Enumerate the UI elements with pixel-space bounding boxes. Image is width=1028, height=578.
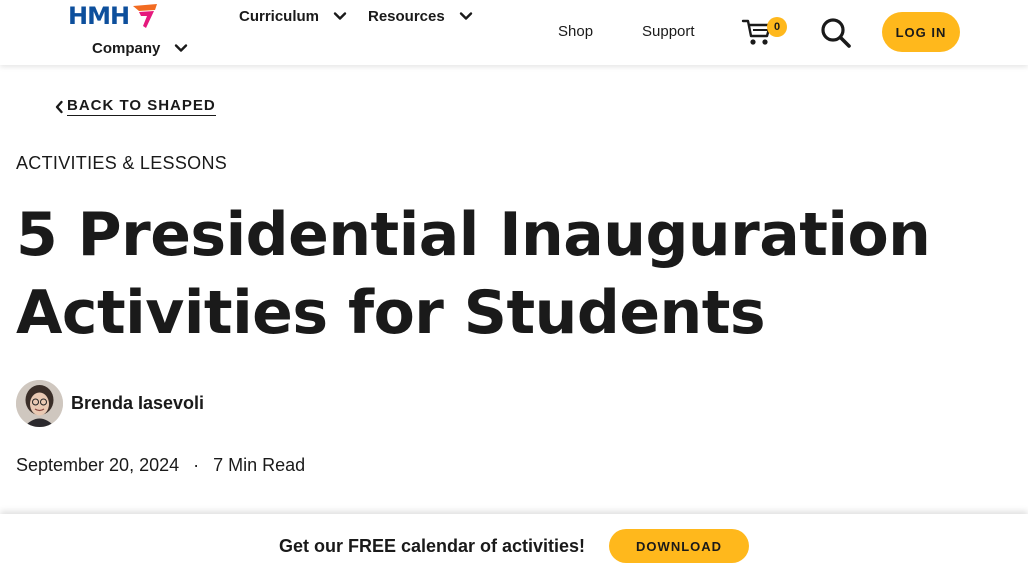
download-button[interactable]: DOWNLOAD xyxy=(609,529,750,563)
chevron-left-icon xyxy=(55,100,63,113)
article-category: ACTIVITIES & LESSONS xyxy=(16,153,228,173)
site-header: HMH Curriculum Resources Company Shop Su… xyxy=(0,0,1028,65)
logo-text: HMH xyxy=(68,2,130,30)
nav-curriculum[interactable]: Curriculum xyxy=(239,6,347,26)
cart-button[interactable]: 0 xyxy=(741,15,789,49)
back-to-shaped-link[interactable]: BACK TO SHAPED xyxy=(54,97,216,116)
read-time: 7 Min Read xyxy=(213,455,306,475)
nav-company-label: Company xyxy=(92,39,161,57)
promo-banner: Get our FREE calendar of activities! DOW… xyxy=(0,514,1028,578)
article-meta: September 20, 2024 · 7 Min Read xyxy=(16,455,305,476)
author-photo-icon xyxy=(16,380,63,427)
hmh-logo-mark-icon xyxy=(133,4,158,28)
hmh-logo[interactable]: HMH xyxy=(68,2,159,30)
chevron-down-icon xyxy=(175,44,188,52)
article-title: 5 Presidential Inauguration Activities f… xyxy=(16,200,931,348)
meta-separator: · xyxy=(193,455,200,475)
search-icon xyxy=(821,18,851,48)
publish-date: September 20, 2024 xyxy=(16,455,180,475)
search-button[interactable] xyxy=(820,17,852,49)
nav-resources-label: Resources xyxy=(368,7,445,25)
login-button[interactable]: LOG IN xyxy=(882,12,960,52)
nav-curriculum-label: Curriculum xyxy=(239,7,320,25)
promo-text: Get our FREE calendar of activities! xyxy=(278,535,586,556)
nav-shop-link[interactable]: Shop xyxy=(558,22,593,42)
nav-company[interactable]: Company xyxy=(92,38,188,58)
nav-support-link[interactable]: Support xyxy=(642,22,695,42)
cart-count-badge: 0 xyxy=(767,17,787,37)
author-avatar xyxy=(16,380,63,427)
nav-resources[interactable]: Resources xyxy=(368,6,473,26)
author-name-link[interactable]: Brenda Iasevoli xyxy=(71,393,204,414)
back-link-label: BACK TO SHAPED xyxy=(67,97,216,116)
chevron-down-icon xyxy=(333,12,347,20)
chevron-down-icon xyxy=(459,12,472,20)
author-block: Brenda Iasevoli xyxy=(16,380,204,427)
